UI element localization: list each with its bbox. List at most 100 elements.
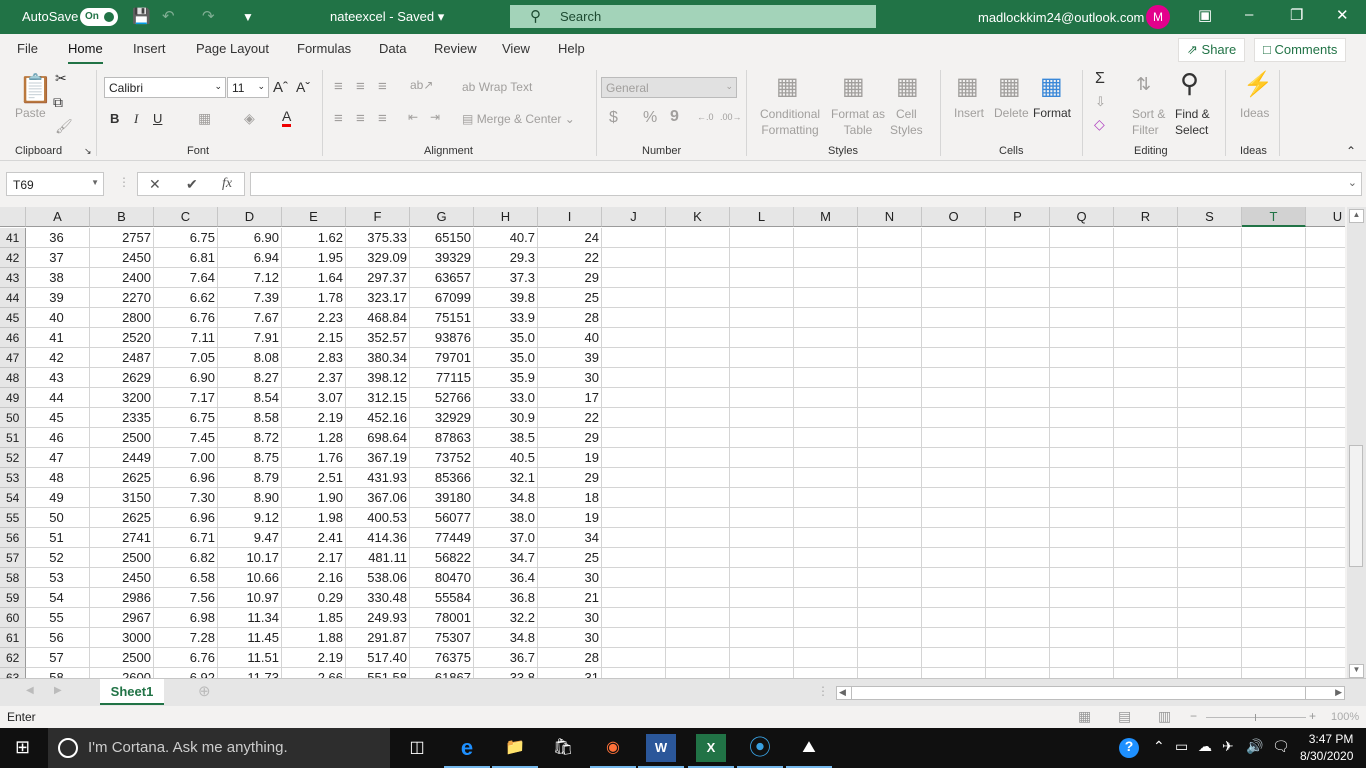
cell-a46[interactable]: 41 [26,328,90,348]
cell-d58[interactable]: 10.66 [218,568,282,588]
column-header-g[interactable]: G [410,207,474,227]
cut-icon[interactable]: ✂ [55,70,67,87]
cell-s55[interactable] [1178,508,1242,528]
volume-icon[interactable]: 🔊 [1246,738,1263,755]
cell-b62[interactable]: 2500 [90,648,154,668]
cell-u55[interactable] [1306,508,1345,528]
cell-u57[interactable] [1306,548,1345,568]
cell-l48[interactable] [730,368,794,388]
cell-j44[interactable] [602,288,666,308]
cell-q54[interactable] [1050,488,1114,508]
cell-l59[interactable] [730,588,794,608]
cell-f52[interactable]: 367.19 [346,448,410,468]
cell-a53[interactable]: 48 [26,468,90,488]
cell-s47[interactable] [1178,348,1242,368]
cell-u43[interactable] [1306,268,1345,288]
cell-b61[interactable]: 3000 [90,628,154,648]
cell-styles-icon[interactable]: ▦ [896,72,919,101]
cell-e46[interactable]: 2.15 [282,328,346,348]
cell-k56[interactable] [666,528,730,548]
cell-n53[interactable] [858,468,922,488]
cell-i57[interactable]: 25 [538,548,602,568]
cell-a43[interactable]: 38 [26,268,90,288]
cell-n44[interactable] [858,288,922,308]
cell-n56[interactable] [858,528,922,548]
cell-l61[interactable] [730,628,794,648]
cell-g53[interactable]: 85366 [410,468,474,488]
store-icon[interactable]: 🛍 [548,734,578,762]
cell-o50[interactable] [922,408,986,428]
cell-h62[interactable]: 36.7 [474,648,538,668]
scroll-up-icon[interactable]: ▲ [1349,209,1364,223]
cell-a57[interactable]: 52 [26,548,90,568]
cell-e50[interactable]: 2.19 [282,408,346,428]
cell-b56[interactable]: 2741 [90,528,154,548]
cell-n58[interactable] [858,568,922,588]
cell-p51[interactable] [986,428,1050,448]
cell-h43[interactable]: 37.3 [474,268,538,288]
tab-insert[interactable]: Insert [133,41,166,56]
cell-a63[interactable]: 58 [26,668,90,678]
cell-g51[interactable]: 87863 [410,428,474,448]
cell-o41[interactable] [922,228,986,248]
column-header-b[interactable]: B [90,207,154,227]
cell-e43[interactable]: 1.64 [282,268,346,288]
cell-r44[interactable] [1114,288,1178,308]
cell-m58[interactable] [794,568,858,588]
redo-icon[interactable]: ↷ [202,7,215,25]
cell-h59[interactable]: 36.8 [474,588,538,608]
cell-e63[interactable]: 2.66 [282,668,346,678]
cell-r42[interactable] [1114,248,1178,268]
cell-q59[interactable] [1050,588,1114,608]
cell-k62[interactable] [666,648,730,668]
page-layout-view-icon[interactable]: ▤ [1118,708,1131,725]
cell-k45[interactable] [666,308,730,328]
zoom-slider[interactable] [1206,714,1306,721]
cell-g42[interactable]: 39329 [410,248,474,268]
cell-r46[interactable] [1114,328,1178,348]
cell-c54[interactable]: 7.30 [154,488,218,508]
row-header[interactable]: 58 [0,568,26,588]
row-header[interactable]: 60 [0,608,26,628]
row-header[interactable]: 53 [0,468,26,488]
cell-h55[interactable]: 38.0 [474,508,538,528]
cell-u61[interactable] [1306,628,1345,648]
cell-m51[interactable] [794,428,858,448]
cell-q47[interactable] [1050,348,1114,368]
cell-o53[interactable] [922,468,986,488]
collapse-ribbon-icon[interactable]: ⌃ [1346,144,1356,158]
cell-m52[interactable] [794,448,858,468]
column-header-d[interactable]: D [218,207,282,227]
cell-g55[interactable]: 56077 [410,508,474,528]
autosave-toggle[interactable]: On [80,8,118,26]
cell-u60[interactable] [1306,608,1345,628]
cell-e48[interactable]: 2.37 [282,368,346,388]
cell-j48[interactable] [602,368,666,388]
fill-color-icon[interactable]: ◈ [244,110,255,127]
cell-n46[interactable] [858,328,922,348]
cell-p47[interactable] [986,348,1050,368]
cell-k58[interactable] [666,568,730,588]
merge-center-button[interactable]: ▤ Merge & Center ⌄ [462,112,575,126]
cell-i56[interactable]: 34 [538,528,602,548]
cell-j42[interactable] [602,248,666,268]
cell-q55[interactable] [1050,508,1114,528]
cell-q49[interactable] [1050,388,1114,408]
cell-j58[interactable] [602,568,666,588]
sort-filter-icon[interactable]: ⇅ [1136,74,1151,95]
cell-h47[interactable]: 35.0 [474,348,538,368]
cell-s56[interactable] [1178,528,1242,548]
row-header[interactable]: 41 [0,228,26,248]
cell-r58[interactable] [1114,568,1178,588]
cell-t54[interactable] [1242,488,1306,508]
airplane-mode-icon[interactable]: ✈ [1222,738,1234,755]
cell-o63[interactable] [922,668,986,678]
cell-b51[interactable]: 2500 [90,428,154,448]
cell-t57[interactable] [1242,548,1306,568]
cell-p50[interactable] [986,408,1050,428]
cell-u58[interactable] [1306,568,1345,588]
cell-o60[interactable] [922,608,986,628]
vertical-scroll-thumb[interactable] [1349,445,1363,567]
cell-a48[interactable]: 43 [26,368,90,388]
cell-h53[interactable]: 32.1 [474,468,538,488]
